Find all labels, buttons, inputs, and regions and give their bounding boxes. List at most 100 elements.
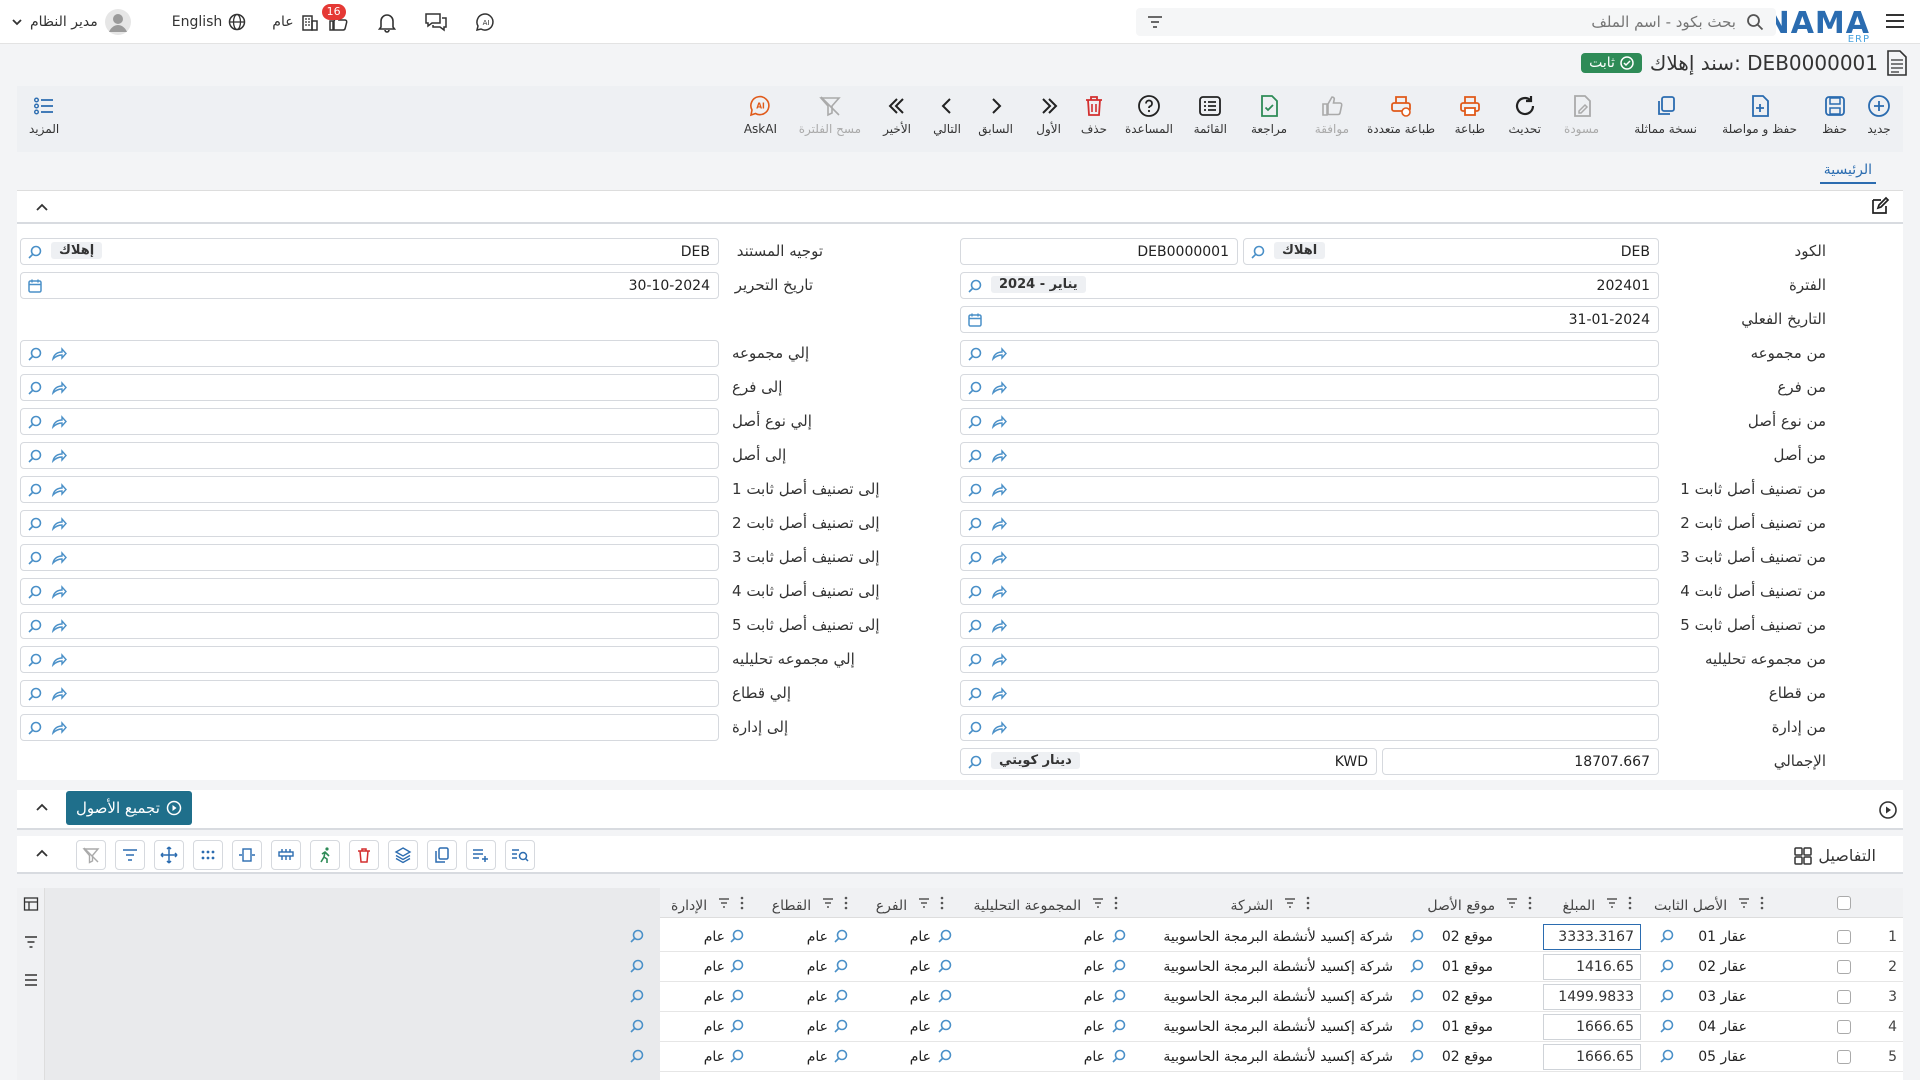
cell-asset-location[interactable]: موقع 01 bbox=[1442, 1019, 1493, 1035]
cell-fixed-asset[interactable]: عقار 01 bbox=[1698, 929, 1747, 945]
lookup-icon[interactable] bbox=[937, 1048, 953, 1068]
chat-icon[interactable] bbox=[424, 11, 448, 33]
cell-branch[interactable]: عام bbox=[910, 1049, 931, 1065]
lookup-icon[interactable] bbox=[27, 448, 43, 468]
cell-fixed-asset[interactable]: عقار 04 bbox=[1698, 1019, 1747, 1035]
lookup-icon[interactable] bbox=[27, 686, 43, 706]
chevron-up-icon[interactable] bbox=[34, 846, 50, 862]
chevron-up-icon[interactable] bbox=[34, 200, 50, 216]
lookup-icon[interactable] bbox=[629, 1048, 645, 1068]
column-filter-icon[interactable] bbox=[718, 896, 730, 910]
currency-field[interactable]: KWD دينار كويتي bbox=[960, 748, 1377, 775]
lookup-icon[interactable] bbox=[937, 988, 953, 1008]
lookup-icon[interactable] bbox=[1409, 1018, 1425, 1038]
columns-menu-icon[interactable] bbox=[23, 972, 39, 988]
link-arrow-icon[interactable] bbox=[991, 652, 1007, 672]
save-button[interactable]: حفظ bbox=[1822, 94, 1847, 136]
lookup-icon[interactable] bbox=[729, 928, 745, 948]
to-field[interactable] bbox=[20, 714, 719, 741]
lookup-icon[interactable] bbox=[27, 720, 43, 740]
search-rows-icon[interactable] bbox=[505, 840, 535, 870]
review-button[interactable]: مراجعة bbox=[1251, 94, 1287, 136]
col-department-header[interactable]: الإدارة bbox=[671, 896, 744, 914]
link-arrow-icon[interactable] bbox=[991, 346, 1007, 366]
column-menu-icon[interactable] bbox=[1306, 896, 1310, 910]
cell-fixed-asset[interactable]: عقار 02 bbox=[1698, 959, 1747, 975]
to-field[interactable] bbox=[20, 408, 719, 435]
link-arrow-icon[interactable] bbox=[991, 720, 1007, 740]
cell-sector[interactable]: عام bbox=[807, 1049, 828, 1065]
col-amount-header[interactable]: المبلغ bbox=[1563, 896, 1632, 914]
bell-icon[interactable] bbox=[376, 11, 398, 33]
link-arrow-icon[interactable] bbox=[51, 380, 67, 400]
cell-department[interactable]: عام bbox=[704, 929, 725, 945]
copy-icon[interactable] bbox=[427, 840, 457, 870]
column-filter-icon[interactable] bbox=[918, 896, 930, 910]
cell-company[interactable]: شركة إكسيد لأنشطة البرمجة الحاسوبية bbox=[1163, 959, 1393, 975]
cell-asset-location[interactable]: موقع 02 bbox=[1442, 1049, 1493, 1065]
table-row[interactable]: 4 عقار 04 1666.65 موقع 01 شركة إكسيد لأن… bbox=[630, 1012, 1903, 1042]
cell-sector[interactable]: عام bbox=[807, 959, 828, 975]
link-arrow-icon[interactable] bbox=[51, 550, 67, 570]
cell-analytic-group[interactable]: عام bbox=[1084, 929, 1105, 945]
lookup-icon[interactable] bbox=[833, 1018, 849, 1038]
from-field[interactable] bbox=[960, 442, 1659, 469]
lookup-icon[interactable] bbox=[27, 244, 43, 264]
chevron-up-icon[interactable] bbox=[34, 800, 50, 816]
to-field[interactable] bbox=[20, 612, 719, 639]
row-checkbox[interactable] bbox=[1837, 990, 1851, 1004]
table-row[interactable]: 3 عقار 03 1499.9833 موقع 02 شركة إكسيد ل… bbox=[630, 982, 1903, 1012]
lookup-icon[interactable] bbox=[937, 1018, 953, 1038]
link-arrow-icon[interactable] bbox=[991, 686, 1007, 706]
link-arrow-icon[interactable] bbox=[991, 448, 1007, 468]
lookup-icon[interactable] bbox=[1111, 1048, 1127, 1068]
table-icon[interactable] bbox=[23, 896, 39, 912]
play-circle-icon[interactable] bbox=[1878, 800, 1898, 820]
link-arrow-icon[interactable] bbox=[991, 414, 1007, 434]
cell-amount[interactable]: 3333.3167 bbox=[1543, 924, 1641, 950]
multi-print-button[interactable]: طباعة متعددة bbox=[1367, 94, 1435, 136]
from-field[interactable] bbox=[960, 578, 1659, 605]
link-arrow-icon[interactable] bbox=[51, 618, 67, 638]
column-filter-icon[interactable] bbox=[1284, 896, 1296, 910]
table-row[interactable]: 2 عقار 02 1416.65 موقع 01 شركة إكسيد لأن… bbox=[630, 952, 1903, 982]
lookup-icon[interactable] bbox=[1659, 928, 1675, 948]
lookup-icon[interactable] bbox=[629, 1018, 645, 1038]
lookup-icon[interactable] bbox=[27, 652, 43, 672]
to-field[interactable] bbox=[20, 374, 719, 401]
cell-branch[interactable]: عام bbox=[910, 959, 931, 975]
from-field[interactable] bbox=[960, 476, 1659, 503]
more-button[interactable]: المزيد bbox=[29, 94, 59, 136]
lookup-icon[interactable] bbox=[27, 380, 43, 400]
cell-company[interactable]: شركة إكسيد لأنشطة البرمجة الحاسوبية bbox=[1163, 1049, 1393, 1065]
filter-icon[interactable] bbox=[1146, 13, 1164, 31]
column-menu-icon[interactable] bbox=[1628, 896, 1632, 910]
lookup-icon[interactable] bbox=[833, 1048, 849, 1068]
lookup-icon[interactable] bbox=[1111, 958, 1127, 978]
lookup-icon[interactable] bbox=[27, 516, 43, 536]
calendar-icon[interactable] bbox=[967, 312, 983, 332]
approve-button[interactable]: موافقة bbox=[1315, 94, 1349, 136]
column-menu-icon[interactable] bbox=[1760, 896, 1764, 910]
lookup-icon[interactable] bbox=[967, 278, 983, 298]
filter-off-icon[interactable] bbox=[76, 840, 106, 870]
cell-analytic-group[interactable]: عام bbox=[1084, 959, 1105, 975]
column-filter-icon[interactable] bbox=[822, 896, 834, 910]
lookup-icon[interactable] bbox=[967, 720, 983, 740]
lookup-icon[interactable] bbox=[967, 346, 983, 366]
from-field[interactable] bbox=[960, 714, 1659, 741]
search-input[interactable] bbox=[1196, 12, 1736, 32]
lookup-icon[interactable] bbox=[1409, 988, 1425, 1008]
cell-branch[interactable]: عام bbox=[910, 929, 931, 945]
calendar-icon[interactable] bbox=[27, 278, 43, 298]
refresh-button[interactable]: تحديث bbox=[1508, 94, 1541, 136]
lookup-icon[interactable] bbox=[833, 958, 849, 978]
menu-icon[interactable] bbox=[1884, 10, 1906, 32]
user-name[interactable]: مدير النظام bbox=[30, 14, 98, 30]
to-field[interactable] bbox=[20, 680, 719, 707]
link-arrow-icon[interactable] bbox=[51, 720, 67, 740]
layers-icon[interactable] bbox=[388, 840, 418, 870]
lookup-icon[interactable] bbox=[27, 618, 43, 638]
lookup-icon[interactable] bbox=[729, 1018, 745, 1038]
lookup-icon[interactable] bbox=[1659, 1048, 1675, 1068]
